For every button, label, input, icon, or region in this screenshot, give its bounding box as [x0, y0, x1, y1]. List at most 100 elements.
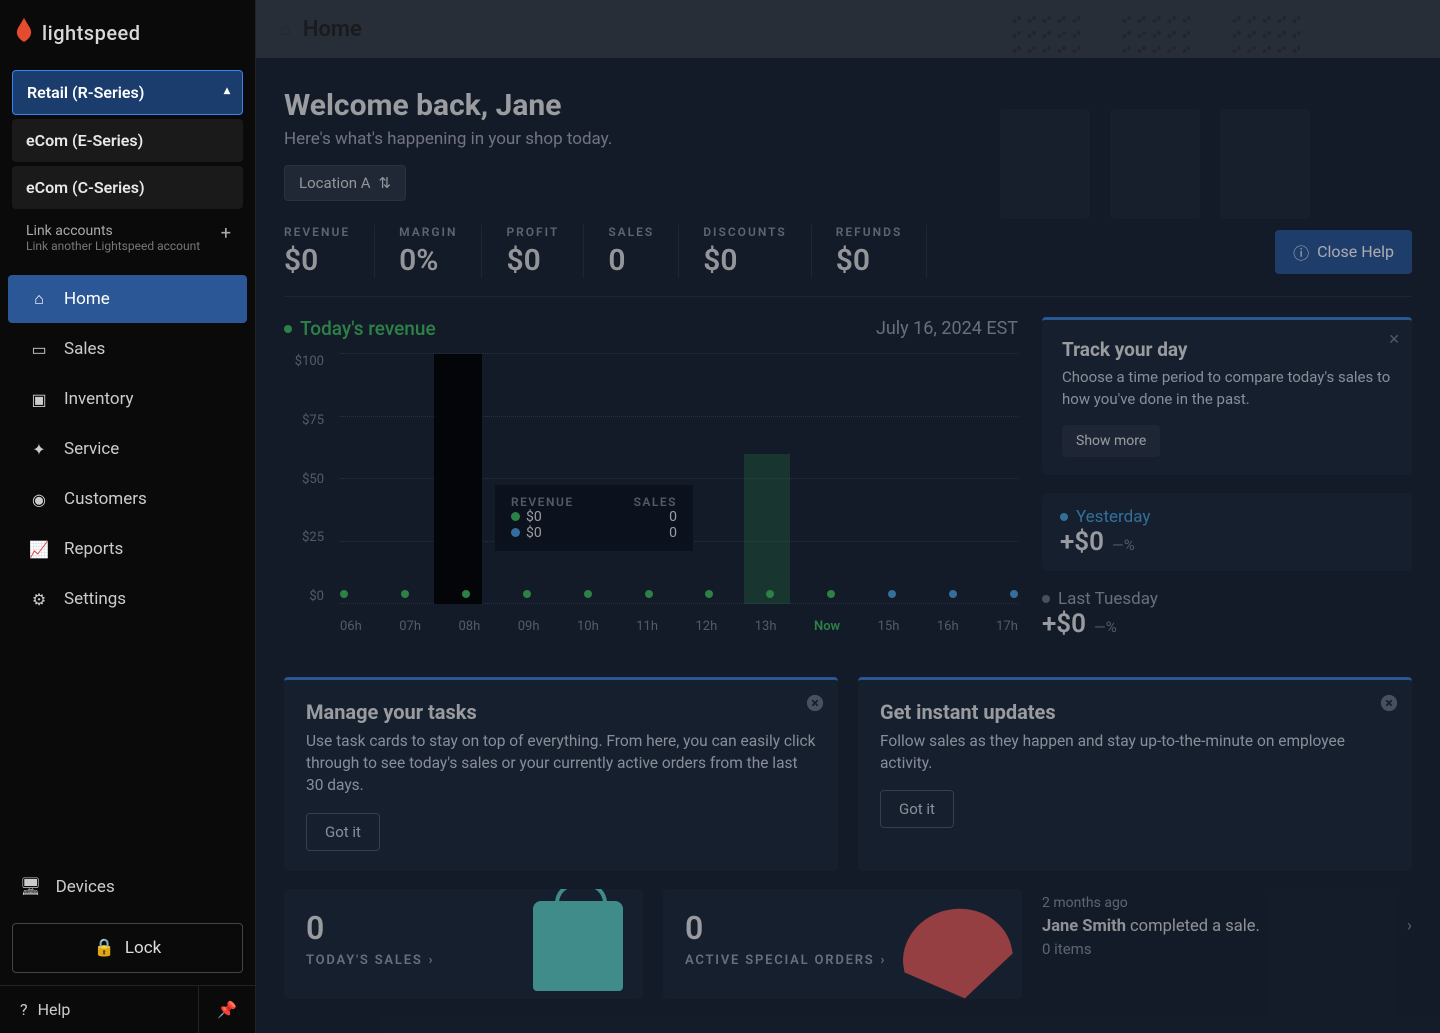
- chart-sidebar: ✕ Track your day Choose a time period to…: [1042, 317, 1412, 639]
- chart-icon: 📈: [28, 540, 50, 559]
- sidebar-bottom: 🖥Devices 🔒Lock ?Help 📌: [0, 863, 255, 1033]
- account-label: Retail (R-Series): [27, 83, 144, 102]
- decorative-plants: [1000, 58, 1420, 219]
- register-icon: ▭: [28, 340, 50, 359]
- got-it-button[interactable]: Got it: [880, 790, 954, 828]
- x-tick: 12h: [696, 619, 718, 634]
- sidebar: lightspeed Retail (R-Series) eCom (E-Ser…: [0, 0, 256, 1033]
- nav-sales[interactable]: ▭Sales: [8, 325, 247, 373]
- nav-customers[interactable]: ◉Customers: [8, 475, 247, 523]
- kpi-value: $0: [836, 243, 903, 278]
- button-label: Got it: [325, 823, 361, 841]
- tooltip-head: REVENUE: [511, 495, 574, 509]
- kpi-value: $0: [284, 243, 350, 278]
- x-tick: 11h: [636, 619, 658, 634]
- todays-sales-card[interactable]: 0 TODAY'S SALES›: [284, 889, 643, 999]
- instant-updates-card: Get instant updates Follow sales as they…: [858, 677, 1412, 871]
- nav-label: Home: [64, 289, 110, 309]
- sort-icon: ⇅: [379, 174, 392, 192]
- y-tick: $0: [284, 589, 332, 604]
- kpi-label: SALES: [608, 225, 654, 239]
- monitor-icon: 🖥: [20, 877, 42, 897]
- nav-inventory[interactable]: ▣Inventory: [8, 375, 247, 423]
- x-axis: 06h 07h 08h 09h 10h 11h 12h 13h Now 15h …: [340, 619, 1018, 634]
- tooltip-value: 0: [669, 525, 677, 541]
- kpi-value: $0: [506, 243, 559, 278]
- tooltip-value: $0: [526, 509, 542, 525]
- nav-label: Reports: [64, 539, 123, 559]
- nav-service[interactable]: ✦Service: [8, 425, 247, 473]
- location-selector[interactable]: Location A ⇅: [284, 165, 406, 201]
- chart-title: Today's revenue: [284, 317, 436, 340]
- show-more-button[interactable]: Show more: [1062, 425, 1160, 457]
- lock-button[interactable]: 🔒Lock: [12, 923, 243, 973]
- chevron-right-icon: ›: [1407, 917, 1412, 936]
- card-body: Use task cards to stay on top of everyth…: [306, 730, 816, 797]
- lock-icon: 🔒: [94, 938, 115, 958]
- home-icon: ⌂: [280, 19, 291, 40]
- activity-action: completed a sale.: [1126, 917, 1260, 936]
- compare-value: +$0: [1042, 609, 1086, 639]
- gear-icon: ⚙: [28, 590, 50, 609]
- revenue-chart: Today's revenue July 16, 2024 EST $100 $…: [284, 317, 1018, 639]
- chart-tooltip: REVENUESALES $00 $00: [494, 484, 694, 552]
- chart-area[interactable]: $100 $75 $50 $25 $0 REVENUE SALES $0 0: [284, 354, 1018, 634]
- compare-value: +$0: [1060, 527, 1104, 557]
- compare-pct: —%: [1094, 618, 1117, 636]
- chevron-right-icon: ›: [429, 953, 435, 968]
- hover-bar: [434, 354, 482, 604]
- help-bar: ?Help 📌: [0, 985, 255, 1033]
- account-retail-r[interactable]: Retail (R-Series): [12, 70, 243, 115]
- bag-icon: [533, 901, 623, 991]
- got-it-button[interactable]: Got it: [306, 813, 380, 851]
- active-orders-card[interactable]: 0 ACTIVE SPECIAL ORDERS›: [663, 889, 1022, 999]
- compare-label: Yesterday: [1076, 507, 1150, 527]
- close-help-button[interactable]: ⓘ Close Help: [1275, 230, 1412, 274]
- x-tick: 07h: [399, 619, 421, 634]
- chart-points: [340, 594, 1018, 604]
- x-tick-now: Now: [814, 619, 840, 634]
- account-label: eCom (C-Series): [26, 178, 145, 197]
- nav-devices[interactable]: 🖥Devices: [0, 863, 255, 911]
- main: ⌂ Home Welcome back, Jane Here's what's …: [256, 0, 1440, 1033]
- link-accounts[interactable]: Link accounts Link another Lightspeed ac…: [12, 213, 243, 263]
- y-axis: $100 $75 $50 $25 $0: [284, 354, 332, 604]
- question-circle-icon: ⓘ: [1293, 240, 1309, 264]
- hero: Welcome back, Jane Here's what's happeni…: [256, 58, 1440, 219]
- button-label: Got it: [899, 800, 935, 818]
- plus-icon: +: [221, 223, 231, 244]
- close-icon[interactable]: ✕: [1388, 332, 1400, 348]
- nav-settings[interactable]: ⚙Settings: [8, 575, 247, 623]
- x-tick: 15h: [878, 619, 900, 634]
- button-label: Show more: [1076, 433, 1146, 449]
- help-button[interactable]: ?Help: [0, 986, 199, 1033]
- nav-reports[interactable]: 📈 Reports: [8, 525, 247, 573]
- dot-icon: [1060, 513, 1068, 521]
- tooltip-head: SALES: [634, 495, 677, 509]
- activity-item[interactable]: Jane Smith completed a sale. ›: [1042, 917, 1412, 936]
- user-icon: ◉: [28, 490, 50, 509]
- chart-date: July 16, 2024 EST: [876, 318, 1018, 339]
- pin-button[interactable]: 📌: [199, 986, 255, 1033]
- x-tick: 10h: [577, 619, 599, 634]
- breadcrumb: Home: [303, 17, 362, 42]
- account-ecom-c[interactable]: eCom (C-Series): [12, 166, 243, 209]
- nav-label: Service: [64, 439, 119, 459]
- question-icon: ?: [20, 1000, 28, 1019]
- close-icon[interactable]: [806, 694, 824, 716]
- nav-home[interactable]: ⌂Home: [8, 275, 247, 323]
- card-title: Get instant updates: [880, 700, 1390, 724]
- chart-section: Today's revenue July 16, 2024 EST $100 $…: [256, 297, 1440, 659]
- account-ecom-e[interactable]: eCom (E-Series): [12, 119, 243, 162]
- stat-cards-row: 0 TODAY'S SALES› 0 ACTIVE SPECIAL ORDERS…: [256, 889, 1440, 999]
- track-day-card: ✕ Track your day Choose a time period to…: [1042, 317, 1412, 475]
- tooltip-value: 0: [669, 509, 677, 525]
- compare-last-tuesday[interactable]: Last Tuesday +$0 —%: [1042, 589, 1412, 639]
- close-icon[interactable]: [1380, 694, 1398, 716]
- y-tick: $75: [284, 413, 332, 428]
- kpi-discounts: DISCOUNTS$0: [679, 225, 812, 278]
- pin-icon: 📌: [217, 1000, 237, 1019]
- kpi-label: REVENUE: [284, 225, 350, 239]
- compare-label: Last Tuesday: [1058, 589, 1158, 609]
- compare-yesterday[interactable]: Yesterday +$0—%: [1042, 493, 1412, 571]
